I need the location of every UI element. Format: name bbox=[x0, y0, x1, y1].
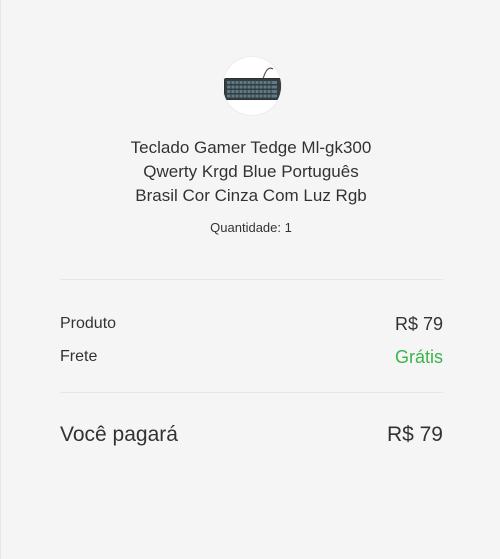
product-price-label: Produto bbox=[60, 315, 117, 332]
product-title-line: Qwerty Krgd Blue Português bbox=[143, 162, 359, 181]
divider bbox=[60, 392, 443, 393]
product-price-value: R$ 79 bbox=[394, 313, 443, 334]
total-label: Você pagará bbox=[60, 423, 178, 446]
keyboard-image-icon bbox=[224, 67, 281, 100]
purchase-summary-panel: Teclado Gamer Tedge Ml-gk300 Qwerty Krgd… bbox=[0, 0, 500, 559]
total-value: R$ 79 bbox=[386, 423, 443, 446]
product-title: Teclado Gamer Tedge Ml-gk300 Qwerty Krgd… bbox=[61, 136, 441, 208]
product-quantity: Quantidade: 1 bbox=[210, 220, 292, 235]
shipping-row: Frete Grátis bbox=[60, 345, 443, 369]
total-row: Você pagará R$ 79 bbox=[60, 421, 443, 449]
divider bbox=[60, 279, 443, 280]
shipping-label: Frete bbox=[60, 348, 98, 365]
shipping-value: Grátis bbox=[394, 346, 443, 367]
product-title-line: Brasil Cor Cinza Com Luz Rgb bbox=[135, 186, 367, 205]
product-title-line: Teclado Gamer Tedge Ml-gk300 bbox=[130, 138, 372, 157]
product-thumbnail bbox=[223, 57, 281, 115]
product-price-row: Produto R$ 79 bbox=[60, 312, 443, 336]
